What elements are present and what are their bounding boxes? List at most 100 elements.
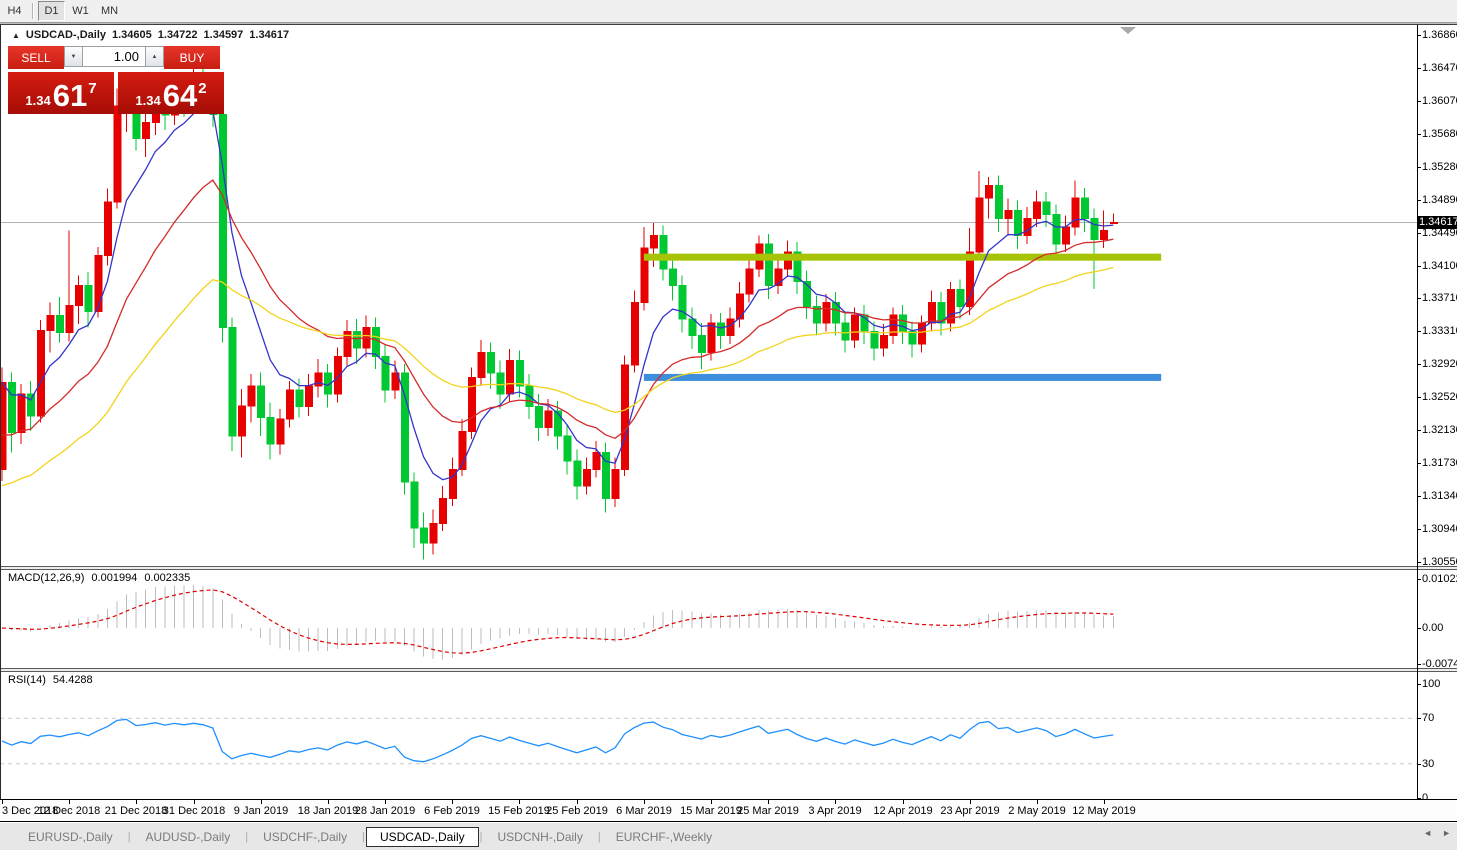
date-tick xyxy=(261,800,262,804)
price-axis-label: 1.36070 xyxy=(1422,95,1457,107)
volume-input[interactable] xyxy=(83,46,145,67)
date-tick xyxy=(2,800,3,804)
chart-tab-audusd-daily[interactable]: AUDUSD-,Daily xyxy=(132,828,245,846)
price-axis-label-tick xyxy=(1417,397,1421,398)
date-tick xyxy=(328,800,329,804)
date-axis-label: 28 Jan 2019 xyxy=(355,805,416,817)
date-tick xyxy=(768,800,769,804)
tab-separator: | xyxy=(128,831,131,843)
price-axis-label-tick xyxy=(1417,364,1421,365)
date-axis-label: 23 Apr 2019 xyxy=(940,805,999,817)
buy-price-main: 64 xyxy=(163,81,197,111)
price-axis-label-tick xyxy=(1417,35,1421,36)
chart-tab-usdchf-daily[interactable]: USDCHF-,Daily xyxy=(249,828,361,846)
date-tick xyxy=(644,800,645,804)
timeframe-button-d1[interactable]: D1 xyxy=(38,1,65,21)
price-axis-label: 1.35280 xyxy=(1422,161,1457,173)
price-axis-label: 1.34100 xyxy=(1422,260,1457,272)
date-tick xyxy=(1037,800,1038,804)
volume-increase-button[interactable]: ▲ xyxy=(145,46,164,67)
price-axis-label-tick xyxy=(1417,68,1421,69)
date-axis-label: 15 Mar 2019 xyxy=(680,805,742,817)
rsi-indicator-plot[interactable] xyxy=(0,672,1419,799)
date-axis-label: 12 May 2019 xyxy=(1072,805,1136,817)
price-axis-label-tick xyxy=(1417,463,1421,464)
sell-price-box[interactable]: 1.34 61 7 xyxy=(8,72,114,114)
date-tick xyxy=(1104,800,1105,804)
price-axis-label-tick xyxy=(1417,266,1421,267)
price-axis-label: 1.32520 xyxy=(1422,391,1457,403)
date-axis-label: 31 Dec 2018 xyxy=(163,805,225,817)
tab-scroll-nav: ◄ ► xyxy=(1423,828,1451,838)
rsi-axis-label: 70 xyxy=(1422,712,1457,724)
tab-separator: | xyxy=(598,831,601,843)
price-axis-label: 1.35680 xyxy=(1422,128,1457,140)
macd-main-value: 0.001994 xyxy=(91,572,137,584)
mt4-terminal: H4D1W1MN ▲ USDCAD-,Daily 1.34605 1.34722… xyxy=(0,0,1457,850)
price-axis-label: 1.30550 xyxy=(1422,556,1457,568)
date-tick xyxy=(711,800,712,804)
macd-axis-label-tick xyxy=(1417,628,1421,629)
macd-signal-value: 0.002335 xyxy=(144,572,190,584)
date-tick xyxy=(519,800,520,804)
price-axis-label: 1.36860 xyxy=(1422,29,1457,41)
price-axis-label: 1.32920 xyxy=(1422,358,1457,370)
price-axis-label-tick xyxy=(1417,430,1421,431)
buy-price-prefix: 1.34 xyxy=(135,93,160,108)
timeframe-button-h4[interactable]: H4 xyxy=(1,1,28,21)
date-tick xyxy=(452,800,453,804)
rsi-name: RSI(14) xyxy=(8,674,46,686)
macd-indicator-plot[interactable] xyxy=(0,570,1419,668)
date-axis-label: 3 Apr 2019 xyxy=(808,805,861,817)
rsi-axis-label-tick xyxy=(1417,684,1421,685)
buy-price-pip: 2 xyxy=(198,80,206,97)
ohlc-high: 1.34722 xyxy=(158,29,198,41)
date-axis-label: 6 Feb 2019 xyxy=(424,805,480,817)
rsi-axis-label-tick xyxy=(1417,798,1421,799)
date-axis-label: 12 Apr 2019 xyxy=(873,805,932,817)
price-axis-label-tick xyxy=(1417,134,1421,135)
tab-scroll-left-icon[interactable]: ◄ xyxy=(1423,828,1432,838)
timeframe-button-mn[interactable]: MN xyxy=(96,1,123,21)
price-axis-label-tick xyxy=(1417,331,1421,332)
date-axis-label: 18 Jan 2019 xyxy=(298,805,359,817)
sell-price-main: 61 xyxy=(53,81,87,111)
macd-axis-label: -0.00747 xyxy=(1422,658,1457,670)
date-axis-label: 25 Feb 2019 xyxy=(546,805,608,817)
tab-scroll-right-icon[interactable]: ► xyxy=(1442,828,1451,838)
rsi-axis-label: 30 xyxy=(1422,758,1457,770)
macd-axis-label: 0.00 xyxy=(1422,622,1457,634)
timeframe-button-w1[interactable]: W1 xyxy=(67,1,94,21)
rsi-value: 54.4288 xyxy=(53,674,93,686)
chart-tab-eurusd-daily[interactable]: EURUSD-,Daily xyxy=(14,828,127,846)
chart-tab-usdcad-daily[interactable]: USDCAD-,Daily xyxy=(366,827,479,847)
sell-button[interactable]: SELL xyxy=(8,46,64,69)
price-axis-label-tick xyxy=(1417,101,1421,102)
price-axis-label: 1.31340 xyxy=(1422,490,1457,502)
one-click-panel-collapse-icon[interactable]: ▲ xyxy=(12,31,20,40)
macd-axis-label-tick xyxy=(1417,579,1421,580)
buy-button[interactable]: BUY xyxy=(164,46,220,69)
sell-price-pip: 7 xyxy=(88,80,96,97)
chart-tab-eurchf-weekly[interactable]: EURCHF-,Weekly xyxy=(602,828,726,846)
chart-left-border xyxy=(0,25,1,799)
date-axis-label: 2 May 2019 xyxy=(1008,805,1065,817)
date-tick xyxy=(903,800,904,804)
date-tick xyxy=(69,800,70,804)
volume-decrease-button[interactable]: ▼ xyxy=(64,46,83,67)
rsi-axis-label-tick xyxy=(1417,718,1421,719)
buy-price-box[interactable]: 1.34 64 2 xyxy=(118,72,224,114)
price-axis-label-tick xyxy=(1417,200,1421,201)
macd-axis-label-tick xyxy=(1417,664,1421,665)
date-axis-label: 15 Feb 2019 xyxy=(488,805,550,817)
date-axis-label: 21 Dec 2018 xyxy=(105,805,167,817)
price-axis-label-tick xyxy=(1417,298,1421,299)
chart-tab-usdcnh-daily[interactable]: USDCNH-,Daily xyxy=(484,828,597,846)
tab-separator: | xyxy=(245,831,248,843)
chart-shift-marker-icon[interactable] xyxy=(1120,27,1136,34)
date-tick xyxy=(970,800,971,804)
price-axis-label: 1.32130 xyxy=(1422,424,1457,436)
price-axis-label: 1.31730 xyxy=(1422,457,1457,469)
date-axis[interactable]: 3 Dec 201812 Dec 201821 Dec 201831 Dec 2… xyxy=(0,800,1457,822)
date-axis-label: 9 Jan 2019 xyxy=(234,805,288,817)
